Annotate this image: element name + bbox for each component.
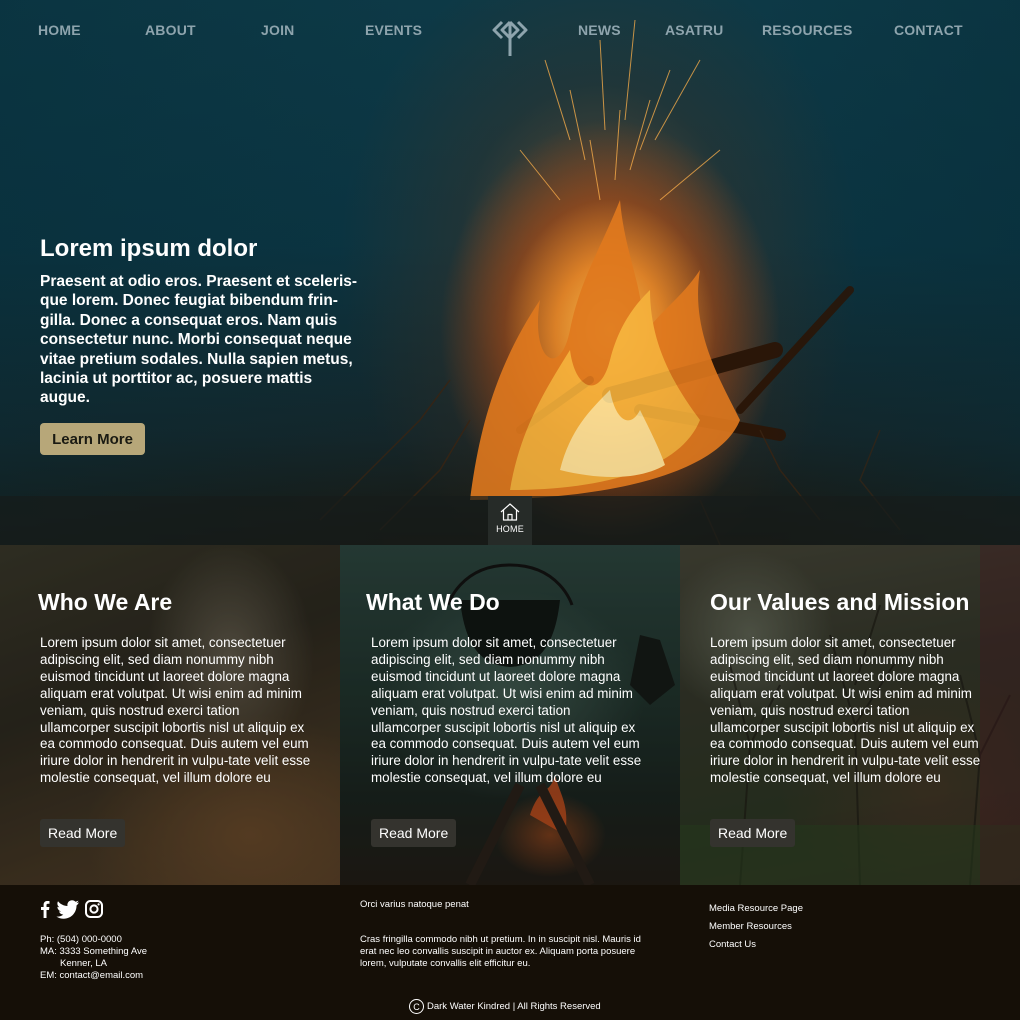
nav-join[interactable]: JOIN bbox=[261, 22, 294, 38]
panel-title: What We Do bbox=[366, 589, 500, 615]
nav-asatru[interactable]: ASATRU bbox=[665, 22, 724, 38]
nav-home[interactable]: HOME bbox=[38, 22, 81, 38]
hero-title: Lorem ipsum dolor bbox=[40, 235, 258, 262]
learn-more-button[interactable]: Learn More bbox=[40, 423, 145, 455]
footer-phone: Ph: (504) 000-0000 bbox=[40, 934, 122, 945]
footer-contact: Ph: (504) 000-0000 MA: 3333 Something Av… bbox=[40, 934, 147, 982]
rune-logo-icon[interactable] bbox=[489, 16, 531, 58]
panel-body: Lorem ipsum dolor sit amet, consectetuer… bbox=[40, 635, 311, 786]
panel-title: Who We Are bbox=[38, 589, 173, 615]
read-more-button[interactable]: Read More bbox=[710, 819, 796, 847]
info-panels: Who We Are Lorem ipsum dolor sit amet, c… bbox=[0, 545, 1020, 885]
hero-body: Praesent at odio eros. Praesent et scele… bbox=[40, 273, 358, 407]
footer-link-media-resource[interactable]: Media Resource Page bbox=[709, 900, 803, 918]
panel-body: Lorem ipsum dolor sit amet, consectetuer… bbox=[371, 635, 642, 786]
copyright-text: Dark Water Kindred | All Rights Reserved bbox=[427, 1001, 601, 1012]
panel-what-we-do: What We Do Lorem ipsum dolor sit amet, c… bbox=[340, 545, 680, 885]
hero-section: HOME ABOUT JOIN EVENTS NEWS ASATRU RESOU… bbox=[0, 0, 1020, 545]
instagram-icon[interactable] bbox=[85, 900, 103, 923]
nav-about[interactable]: ABOUT bbox=[145, 22, 196, 38]
copyright: C Dark Water Kindred | All Rights Reserv… bbox=[409, 999, 601, 1014]
panel-values-mission: Our Values and Mission Lorem ipsum dolor… bbox=[680, 545, 1020, 885]
footer-link-contact-us[interactable]: Contact Us bbox=[709, 936, 803, 954]
read-more-button[interactable]: Read More bbox=[40, 819, 126, 847]
twitter-icon[interactable] bbox=[56, 900, 80, 925]
footer-link-member-resources[interactable]: Member Resources bbox=[709, 918, 803, 936]
footer-middle-body: Cras fringilla commodo nibh ut pretium. … bbox=[360, 934, 641, 969]
footer: Ph: (504) 000-0000 MA: 3333 Something Av… bbox=[0, 885, 1020, 1020]
footer-address-line1: MA: 3333 Something Ave bbox=[40, 946, 148, 957]
nav-news[interactable]: NEWS bbox=[578, 22, 621, 38]
home-tab-label: HOME bbox=[496, 524, 524, 534]
home-icon bbox=[500, 503, 520, 521]
home-tab[interactable]: HOME bbox=[488, 496, 532, 545]
read-more-button[interactable]: Read More bbox=[371, 819, 457, 847]
panel-body: Lorem ipsum dolor sit amet, consectetuer… bbox=[710, 635, 981, 786]
footer-email: EM: contact@email.com bbox=[40, 970, 144, 981]
footer-links: Media Resource Page Member Resources Con… bbox=[709, 900, 803, 954]
nav-resources[interactable]: RESOURCES bbox=[762, 22, 852, 38]
footer-middle-title: Orci varius natoque penat bbox=[360, 899, 469, 910]
nav-contact[interactable]: CONTACT bbox=[894, 22, 963, 38]
footer-address-line2: Kenner, LA bbox=[60, 958, 108, 969]
panel-title: Our Values and Mission bbox=[710, 589, 970, 615]
facebook-icon[interactable] bbox=[40, 900, 50, 923]
nav-events[interactable]: EVENTS bbox=[365, 22, 422, 38]
copyright-icon: C bbox=[409, 999, 424, 1014]
main-nav: HOME ABOUT JOIN EVENTS NEWS ASATRU RESOU… bbox=[0, 0, 1020, 60]
panel-who-we-are: Who We Are Lorem ipsum dolor sit amet, c… bbox=[0, 545, 340, 885]
